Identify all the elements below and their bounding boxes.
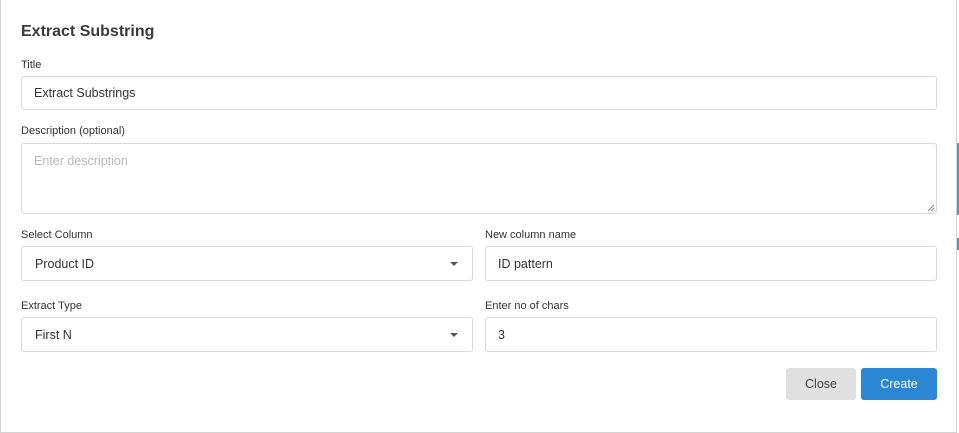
title-label: Title: [21, 59, 42, 71]
new-column-name-input[interactable]: [485, 246, 937, 281]
title-input[interactable]: [21, 76, 937, 110]
select-column-value: Product ID: [35, 256, 95, 271]
extract-type-label: Extract Type: [21, 300, 82, 312]
extract-substring-dialog: Extract Substring Title Description (opt…: [0, 0, 957, 433]
extract-type-dropdown[interactable]: First N: [21, 317, 473, 352]
chevron-down-icon: [450, 332, 458, 337]
description-label: Description (optional): [21, 125, 125, 137]
new-column-name-label: New column name: [485, 229, 577, 241]
create-button[interactable]: Create: [861, 368, 937, 400]
select-column-label: Select Column: [21, 229, 93, 241]
close-button[interactable]: Close: [786, 368, 856, 400]
no-of-chars-input[interactable]: [485, 317, 937, 352]
select-column-dropdown[interactable]: Product ID: [21, 246, 473, 281]
extract-type-value: First N: [35, 327, 72, 342]
resize-grip-icon[interactable]: [927, 204, 935, 212]
no-of-chars-label: Enter no of chars: [485, 300, 569, 312]
chevron-down-icon: [450, 261, 458, 266]
description-textarea[interactable]: [21, 143, 937, 214]
dialog-title: Extract Substring: [21, 23, 155, 40]
